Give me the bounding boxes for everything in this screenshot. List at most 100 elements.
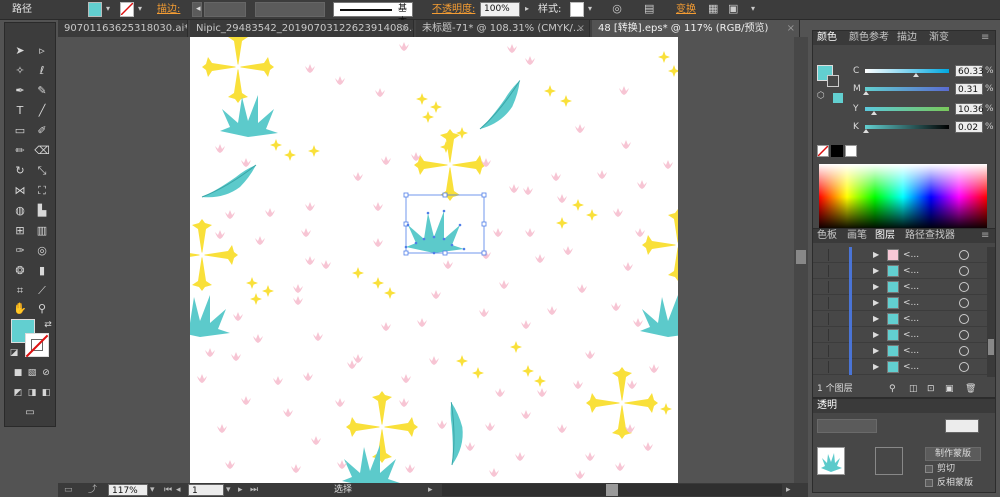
stroke-swatch[interactable]: [120, 2, 134, 17]
layer-row[interactable]: ▶ <...: [813, 263, 995, 279]
target-circle-icon[interactable]: [959, 362, 969, 372]
color-spectrum[interactable]: [819, 164, 987, 230]
artboard-dropdown-icon[interactable]: ▾: [226, 484, 231, 496]
magenta-value-field[interactable]: 0.31: [955, 83, 983, 95]
target-circle-icon[interactable]: [959, 330, 969, 340]
visibility-toggle[interactable]: [817, 281, 829, 293]
curvature-tool-icon[interactable]: ✎: [33, 83, 51, 99]
close-icon[interactable]: ×: [401, 20, 409, 37]
next-artboard-icon[interactable]: ▸: [238, 484, 243, 496]
close-icon[interactable]: ×: [787, 20, 795, 37]
gradient-tool-icon[interactable]: ▥: [33, 223, 51, 239]
tab-color-guide[interactable]: 颜色参考: [849, 31, 889, 45]
blend-mode-dropdown[interactable]: [817, 419, 877, 433]
target-circle-icon[interactable]: [959, 298, 969, 308]
new-layer-icon[interactable]: ▣: [945, 383, 954, 395]
expand-arrow-icon[interactable]: ▶: [873, 279, 879, 295]
panel-menu-icon[interactable]: ≡: [981, 31, 989, 45]
draw-inside-icon[interactable]: ◧: [37, 385, 55, 401]
make-clipping-mask-icon[interactable]: ◫: [909, 383, 918, 395]
magenta-slider-knob[interactable]: [863, 91, 869, 95]
visibility-toggle[interactable]: [817, 297, 829, 309]
pencil-tool-icon[interactable]: ✏: [11, 143, 29, 159]
cyan-value-field[interactable]: 60.33: [955, 65, 984, 77]
type-tool-icon[interactable]: T: [11, 103, 29, 119]
expand-arrow-icon[interactable]: ▶: [873, 343, 879, 359]
horizontal-scrollbar-thumb[interactable]: [606, 484, 618, 496]
expand-arrow-icon[interactable]: ▶: [873, 263, 879, 279]
selection-tool-icon[interactable]: ➤: [11, 43, 29, 59]
artboard-options-icon[interactable]: ▭: [64, 484, 73, 496]
isolate-icon[interactable]: ▦: [708, 2, 718, 17]
eyedropper-tool-icon[interactable]: ✑: [11, 243, 29, 259]
tab-transparency[interactable]: 透明: [817, 399, 837, 413]
artboard-tool-icon[interactable]: ⌗: [11, 283, 29, 299]
visibility-toggle[interactable]: [817, 329, 829, 341]
scrollbar-thumb[interactable]: [796, 250, 806, 264]
line-tool-icon[interactable]: ╱: [33, 103, 51, 119]
scale-tool-icon[interactable]: ⤡: [33, 163, 51, 179]
paintbrush-tool-icon[interactable]: ✐: [33, 123, 51, 139]
align-icon[interactable]: ▤: [644, 2, 654, 17]
layer-row[interactable]: ▶ <...: [813, 327, 995, 343]
scroll-right-icon[interactable]: ▸: [786, 484, 791, 496]
stroke-label-link[interactable]: 描边:: [157, 2, 180, 17]
artboard[interactable]: [190, 37, 678, 483]
symbol-sprayer-tool-icon[interactable]: ❂: [11, 263, 29, 279]
magic-wand-tool-icon[interactable]: ✧: [11, 63, 29, 79]
layer-row[interactable]: ▶ <...: [813, 311, 995, 327]
blend-tool-icon[interactable]: ◎: [33, 243, 51, 259]
lasso-tool-icon[interactable]: ℓ: [33, 63, 51, 79]
expand-arrow-icon[interactable]: ▶: [873, 295, 879, 311]
make-mask-button[interactable]: 制作蒙版: [925, 447, 981, 461]
brush-definition-dropdown[interactable]: 基本: [333, 2, 413, 27]
fill-dropdown-icon[interactable]: ▾: [103, 2, 113, 17]
close-icon[interactable]: ×: [577, 20, 585, 37]
tab-document-active[interactable]: 48 [转换].eps* @ 117% (RGB/预览) ×: [592, 20, 800, 37]
black-value-field[interactable]: 0.02: [955, 121, 983, 133]
black-swatch[interactable]: [831, 145, 843, 157]
tab-brushes[interactable]: 画笔: [847, 229, 867, 243]
expand-arrow-icon[interactable]: ▶: [873, 327, 879, 343]
column-graph-tool-icon[interactable]: ▮: [33, 263, 51, 279]
tab-stroke[interactable]: 描边: [897, 31, 917, 45]
layer-row[interactable]: ▶ <...: [813, 295, 995, 311]
artboard-number-field[interactable]: 1: [188, 484, 224, 496]
vertical-scrollbar[interactable]: [794, 37, 808, 483]
zoom-dropdown-icon[interactable]: ▾: [150, 484, 155, 496]
expand-arrow-icon[interactable]: ▶: [873, 311, 879, 327]
object-thumbnail[interactable]: [817, 447, 845, 475]
fill-swatch[interactable]: [88, 2, 102, 17]
stroke-dropdown-icon[interactable]: ▾: [135, 2, 145, 17]
stroke-weight-stepper[interactable]: ◂: [192, 2, 202, 17]
shape-builder-tool-icon[interactable]: ◍: [11, 203, 29, 219]
width-tool-icon[interactable]: ⋈: [11, 183, 29, 199]
style-dropdown-icon[interactable]: ▾: [585, 2, 595, 17]
expand-arrow-icon[interactable]: ▶: [873, 247, 879, 263]
black-slider-knob[interactable]: [863, 129, 869, 133]
stroke-weight-field[interactable]: [204, 2, 246, 17]
yellow-value-field[interactable]: 10.36: [955, 103, 984, 115]
none-mode-icon[interactable]: ⊘: [37, 365, 55, 381]
tab-color[interactable]: 颜色: [817, 31, 837, 45]
direct-selection-tool-icon[interactable]: ▹: [33, 43, 51, 59]
black-slider[interactable]: [865, 125, 949, 129]
mesh-tool-icon[interactable]: ⊞: [11, 223, 29, 239]
visibility-toggle[interactable]: [817, 313, 829, 325]
layer-row[interactable]: ▶ <...: [813, 359, 995, 375]
opacity-field[interactable]: 100%: [480, 2, 520, 17]
toolbox-stroke-swatch[interactable]: [25, 333, 49, 358]
tab-document-2[interactable]: Nipic_29483542_20190703122623914086.ai* ×: [190, 20, 414, 37]
layers-scrollbar-thumb[interactable]: [988, 339, 994, 355]
last-artboard-icon[interactable]: ⏭: [250, 484, 258, 496]
status-menu-icon[interactable]: ▸: [428, 484, 433, 496]
zoom-tool-icon[interactable]: ⚲: [33, 301, 51, 317]
edit-icon[interactable]: ▣: [728, 2, 738, 17]
panel-menu-icon[interactable]: ≡: [981, 229, 989, 243]
tab-document-1[interactable]: 90701163625318030.ai*: [58, 20, 188, 37]
tab-gradient[interactable]: 渐变: [929, 31, 949, 45]
transform-link[interactable]: 变换: [676, 2, 696, 17]
graphic-style-swatch[interactable]: [570, 2, 584, 17]
tab-layers[interactable]: 图层: [875, 229, 895, 243]
white-swatch[interactable]: [845, 145, 857, 157]
